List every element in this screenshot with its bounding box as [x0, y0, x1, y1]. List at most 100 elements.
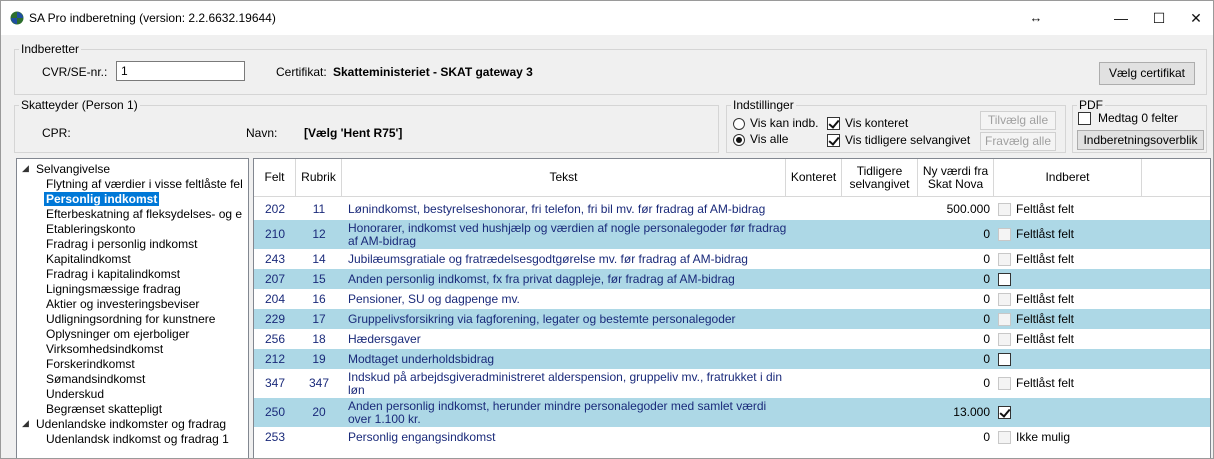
radio-vis-alle[interactable]	[733, 134, 745, 146]
tree-item[interactable]: Fradrag i kapitalindkomst	[46, 267, 180, 281]
indberet-checkbox[interactable]	[998, 312, 1011, 326]
table-row[interactable]: 347 347 Indskud på arbejdsgiveradministrer…	[254, 369, 1210, 398]
indstillinger-group: Indstillinger Vis kan indb. Vis alle Vis…	[726, 98, 1066, 153]
indberet-label: Feltlåst felt	[1016, 251, 1075, 266]
table-row[interactable]: 243 14 Jubilæumsgratiale og fratrædelsesgo…	[254, 249, 1210, 269]
tree-item[interactable]: Udligningsordning for kunstnere	[46, 312, 215, 326]
table-row[interactable]: 256 18 Hædersgaver 0 Feltlåst felt	[254, 329, 1210, 349]
tree-item[interactable]: Begrænset skattepligt	[46, 402, 162, 416]
cell-ny-vaerdi: 0	[983, 251, 990, 266]
expand-icon[interactable]: ◢	[22, 163, 29, 174]
tree-item[interactable]: Flytning af værdier i visse feltlåste fe…	[46, 177, 243, 191]
tree-item[interactable]: Etableringskonto	[46, 222, 135, 236]
title-bar[interactable]: SA Pro indberetning (version: 2.2.6632.1…	[1, 1, 1213, 35]
cell-rubrik: 20	[312, 405, 326, 419]
cell-felt: 210	[264, 227, 286, 241]
cell-felt: 229	[264, 311, 286, 326]
cell-tekst: Hædersgaver	[348, 331, 421, 346]
tree-item[interactable]: Fradrag i personlig indkomst	[46, 237, 197, 251]
close-button[interactable]: ✕	[1173, 1, 1213, 35]
cell-indberet	[998, 398, 1198, 427]
indberet-label: Ikke mulig	[1016, 429, 1071, 444]
fravaelg-alle-button[interactable]: Fravælg alle	[980, 132, 1056, 151]
column-header-ny-vaerdi[interactable]: Ny værdi fra Skat Nova	[918, 159, 994, 197]
checkbox-vis-konteret-label: Vis konteret	[845, 116, 909, 130]
pdf-group-title: PDF	[1077, 98, 1105, 112]
tree-item[interactable]: Sømandsindkomst	[46, 372, 145, 386]
resize-icon[interactable]: ↔	[1021, 1, 1051, 35]
table-row[interactable]: 253 Personlig engangsindkomst 0 Ikke mulig	[254, 427, 1210, 447]
cell-tekst: Modtaget underholdsbidrag	[348, 351, 495, 366]
tree-item[interactable]: Oplysninger om ejerboliger	[46, 327, 189, 341]
data-grid: Felt Rubrik Tekst Konteret Tidligere sel…	[253, 158, 1211, 458]
cell-indberet: Feltlåst felt	[998, 309, 1198, 329]
tree-item[interactable]: Forskerindkomst	[46, 357, 135, 371]
category-tree[interactable]: ◢ Selvangivelse Flytning af værdier i vi…	[16, 158, 249, 458]
tree-item[interactable]: Aktier og investeringsbeviser	[46, 297, 199, 311]
checkbox-medtag-0-felter[interactable]	[1078, 112, 1091, 125]
cvr-input[interactable]: 1	[116, 61, 245, 81]
column-header-konteret[interactable]: Konteret	[786, 159, 842, 197]
choose-certificate-button[interactable]: Vælg certifikat	[1099, 62, 1195, 85]
tilvaelg-alle-button[interactable]: Tilvælg alle	[980, 111, 1056, 130]
tree-item[interactable]: Efterbeskatning af fleksydelses- og e	[46, 207, 242, 221]
indberet-checkbox[interactable]	[998, 252, 1011, 266]
cell-tekst: Honorarer, indkomst ved hushjælp og værd…	[348, 220, 787, 248]
indberet-label: Feltlåst felt	[1016, 331, 1075, 346]
expand-icon[interactable]: ◢	[22, 418, 29, 429]
tree-node-selvangivelse[interactable]: Selvangivelse	[36, 162, 110, 176]
cell-ny-vaerdi: 0	[983, 331, 990, 346]
app-window: SA Pro indberetning (version: 2.2.6632.1…	[0, 0, 1214, 459]
certificate-label: Certifikat:	[276, 65, 327, 79]
cell-felt: 212	[264, 351, 286, 366]
table-row[interactable]: 207 15 Anden personlig indkomst, fx fra pr…	[254, 269, 1210, 289]
radio-vis-kan-indb[interactable]	[733, 118, 745, 130]
table-row[interactable]: 210 12 Honorarer, indkomst ved hushjælp og…	[254, 220, 1210, 249]
column-header-indberet[interactable]: Indberet	[994, 159, 1142, 197]
checkbox-medtag-0-felter-label: Medtag 0 felter	[1098, 111, 1179, 125]
cell-felt: 207	[264, 271, 286, 286]
table-row[interactable]: 202 11 Lønindkomst, bestyrelseshonorar, fr…	[254, 198, 1210, 220]
column-header-rubrik[interactable]: Rubrik	[296, 159, 342, 197]
indberet-checkbox[interactable]	[998, 292, 1011, 306]
indberetter-group: Indberetter CVR/SE-nr.: 1 Certifikat: Sk…	[14, 42, 1207, 95]
indberet-label: Feltlåst felt	[1016, 291, 1075, 306]
column-header-tekst[interactable]: Tekst	[342, 159, 786, 197]
column-header-tidligere[interactable]: Tidligere selvangivet	[842, 159, 918, 197]
checkbox-vis-tidligere[interactable]	[827, 134, 840, 147]
cell-rubrik	[296, 427, 342, 447]
indberet-checkbox[interactable]	[998, 352, 1011, 366]
cvr-label: CVR/SE-nr.:	[42, 65, 108, 79]
column-header-felt[interactable]: Felt	[254, 159, 296, 197]
cell-tekst: Personlig engangsindkomst	[348, 429, 496, 444]
cell-rubrik: 16	[312, 291, 326, 306]
tree-item[interactable]: Ligningsmæssige fradrag	[46, 282, 181, 296]
indberetningsoverblik-button[interactable]: Indberetningsoverblik	[1077, 130, 1204, 150]
cell-indberet	[998, 349, 1198, 369]
indberet-checkbox[interactable]	[998, 228, 1011, 241]
table-row[interactable]: 250 20 Anden personlig indkomst, herunder …	[254, 398, 1210, 427]
cell-rubrik: 19	[312, 351, 326, 366]
indberet-checkbox[interactable]	[998, 202, 1011, 216]
indberet-checkbox[interactable]	[998, 430, 1011, 444]
cell-ny-vaerdi: 0	[983, 429, 990, 444]
cell-rubrik: 12	[312, 227, 326, 241]
tree-item[interactable]: Udenlandsk indkomst og fradrag 1	[46, 432, 229, 446]
checkbox-vis-konteret[interactable]	[827, 117, 840, 130]
tree-item[interactable]: Virksomhedsindkomst	[46, 342, 163, 356]
indberet-checkbox[interactable]	[998, 332, 1011, 346]
indberet-checkbox[interactable]	[998, 377, 1011, 390]
table-row[interactable]: 229 17 Gruppelivsforsikring via fagforenin…	[254, 309, 1210, 329]
tree-item-selected[interactable]: Personlig indkomst	[44, 192, 160, 206]
window-title: SA Pro indberetning (version: 2.2.6632.1…	[29, 11, 276, 25]
cell-ny-vaerdi: 13.000	[953, 405, 990, 419]
table-row[interactable]: 204 16 Pensioner, SU og dagpenge mv. 0 Feltl…	[254, 289, 1210, 309]
indberet-checkbox[interactable]	[998, 406, 1011, 419]
cell-rubrik: 17	[312, 311, 326, 326]
indberet-checkbox[interactable]	[998, 272, 1011, 286]
tree-item[interactable]: Underskud	[46, 387, 104, 401]
certificate-value: Skatteministeriet - SKAT gateway 3	[333, 65, 533, 79]
tree-node-udenlandske[interactable]: Udenlandske indkomster og fradrag	[36, 417, 226, 431]
tree-item[interactable]: Kapitalindkomst	[46, 252, 131, 266]
table-row[interactable]: 212 19 Modtaget underholdsbidrag 0	[254, 349, 1210, 369]
